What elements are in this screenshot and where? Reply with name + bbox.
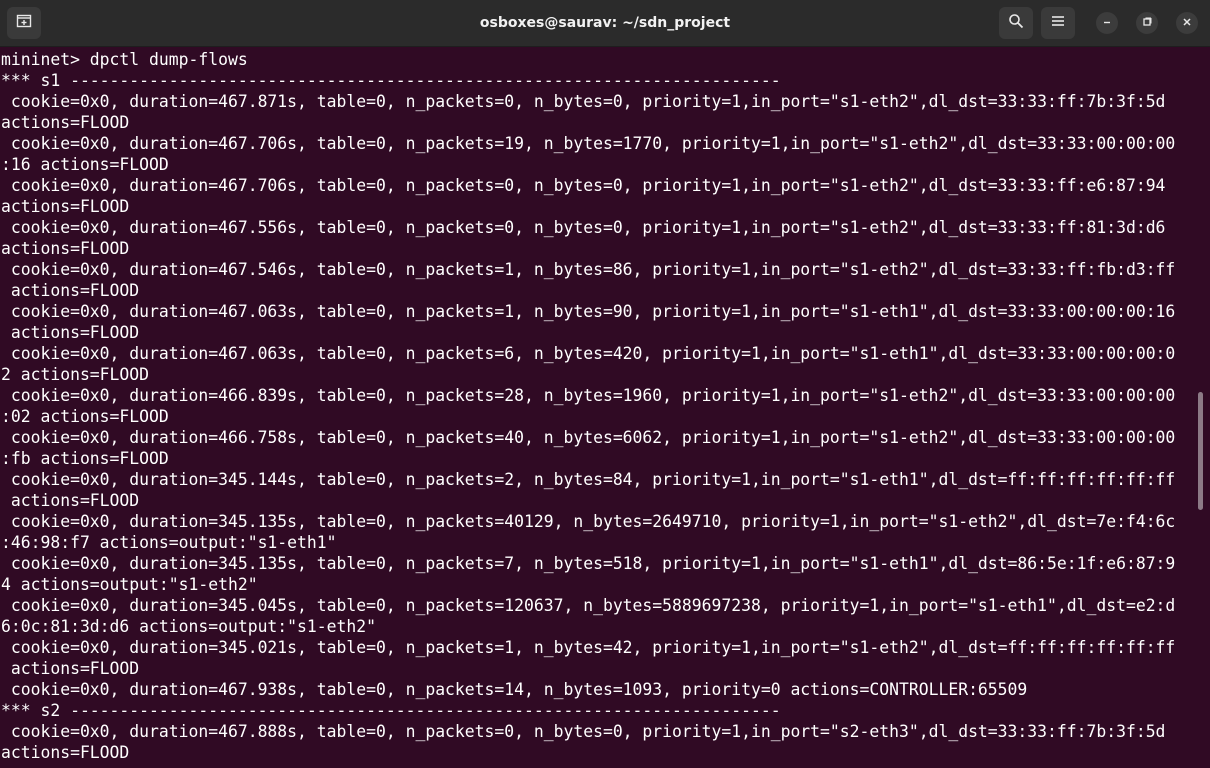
terminal-line: mininet> dpctl dump-flows: [1, 50, 248, 69]
terminal-line: actions=FLOOD: [1, 197, 130, 216]
terminal-line: cookie=0x0, duration=345.045s, table=0, …: [1, 596, 1176, 615]
terminal-line: cookie=0x0, duration=467.706s, table=0, …: [1, 176, 1166, 195]
terminal-line: actions=FLOOD: [1, 281, 140, 300]
terminal-line: cookie=0x0, duration=466.758s, table=0, …: [1, 428, 1176, 447]
terminal-line: cookie=0x0, duration=345.135s, table=0, …: [1, 554, 1176, 573]
terminal-line: cookie=0x0, duration=345.144s, table=0, …: [1, 470, 1176, 489]
terminal-output[interactable]: mininet> dpctl dump-flows *** s1 --------…: [0, 49, 1196, 768]
terminal-line: actions=FLOOD: [1, 323, 140, 342]
title-bar[interactable]: osboxes@saurav: ~/sdn_project: [0, 0, 1210, 47]
new-tab-button[interactable]: [7, 7, 41, 39]
terminal-line: cookie=0x0, duration=466.839s, table=0, …: [1, 386, 1176, 405]
search-icon: [1008, 13, 1024, 34]
new-tab-icon: [16, 13, 32, 34]
terminal-line: actions=FLOOD: [1, 659, 140, 678]
terminal-line: cookie=0x0, duration=467.888s, table=0, …: [1, 722, 1166, 741]
terminal-line: cookie=0x0, duration=467.546s, table=0, …: [1, 260, 1176, 279]
hamburger-menu-icon: [1050, 13, 1066, 34]
terminal-line: cookie=0x0, duration=467.871s, table=0, …: [1, 92, 1166, 111]
terminal-line: 6:0c:81:3d:d6 actions=output:"s1-eth2": [1, 617, 376, 636]
terminal-line: :16 actions=FLOOD: [1, 155, 169, 174]
terminal-line: actions=FLOOD: [1, 239, 130, 258]
terminal-line: actions=FLOOD: [1, 113, 130, 132]
terminal-line: cookie=0x0, duration=345.135s, table=0, …: [1, 512, 1176, 531]
terminal-line: 2 actions=FLOOD: [1, 365, 150, 384]
terminal-line: *** s1 ---------------------------------…: [1, 71, 781, 90]
terminal-line: actions=FLOOD: [1, 491, 140, 510]
minimize-icon: [1102, 14, 1112, 32]
terminal-line: cookie=0x0, duration=467.063s, table=0, …: [1, 302, 1176, 321]
terminal-line: cookie=0x0, duration=467.706s, table=0, …: [1, 134, 1176, 153]
minimize-button[interactable]: [1096, 12, 1118, 34]
terminal-line: :46:98:f7 actions=output:"s1-eth1": [1, 533, 337, 552]
terminal-line: cookie=0x0, duration=345.021s, table=0, …: [1, 638, 1176, 657]
terminal-line: 4 actions=output:"s1-eth2": [1, 575, 258, 594]
terminal-line: *** s2 ---------------------------------…: [1, 701, 781, 720]
search-button[interactable]: [999, 7, 1033, 39]
maximize-button[interactable]: [1136, 12, 1158, 34]
terminal-line: cookie=0x0, duration=467.556s, table=0, …: [1, 218, 1166, 237]
close-icon: [1182, 14, 1192, 32]
scrollbar-thumb[interactable]: [1198, 392, 1203, 510]
terminal-line: cookie=0x0, duration=467.938s, table=0, …: [1, 680, 1028, 699]
terminal-line: cookie=0x0, duration=467.063s, table=0, …: [1, 344, 1176, 363]
terminal-line: :02 actions=FLOOD: [1, 407, 169, 426]
terminal-line: :fb actions=FLOOD: [1, 449, 169, 468]
maximize-icon: [1142, 14, 1152, 32]
menu-button[interactable]: [1041, 7, 1075, 39]
terminal-line: actions=FLOOD: [1, 743, 130, 762]
close-button[interactable]: [1176, 12, 1198, 34]
terminal-window: osboxes@saurav: ~/sdn_project mininet> d…: [0, 0, 1210, 768]
